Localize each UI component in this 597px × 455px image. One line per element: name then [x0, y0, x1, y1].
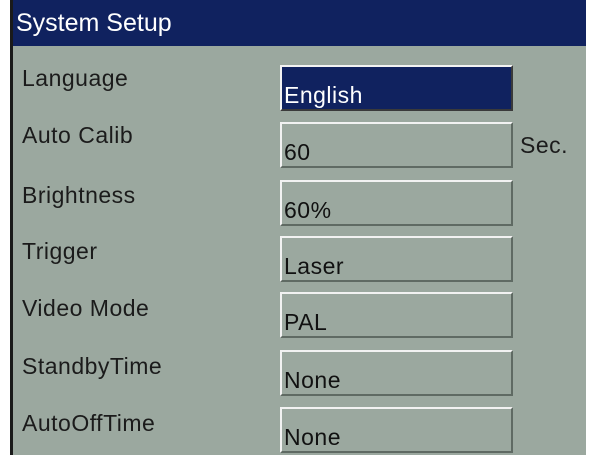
setup-screen: System Setup Language English Auto Calib… [0, 0, 597, 455]
trigger-label: Trigger [22, 238, 98, 264]
auto-calib-label: Auto Calib [22, 122, 134, 148]
standby-time-field[interactable]: None [280, 350, 513, 396]
brightness-label: Brightness [22, 182, 136, 208]
video-mode-field[interactable]: PAL [280, 292, 513, 338]
video-mode-label: Video Mode [22, 295, 150, 321]
auto-off-time-label: AutoOffTime [22, 410, 156, 436]
brightness-field[interactable]: 60% [280, 180, 513, 226]
standby-time-label: StandbyTime [22, 353, 163, 379]
language-label: Language [22, 65, 129, 91]
auto-calib-unit: Sec. [520, 132, 569, 158]
panel-title: System Setup [13, 0, 586, 46]
trigger-field[interactable]: Laser [280, 236, 513, 282]
auto-off-time-field[interactable]: None [280, 407, 513, 453]
language-field[interactable]: English [280, 65, 513, 111]
auto-calib-field[interactable]: 60 [280, 122, 513, 168]
system-setup-panel: System Setup Language English Auto Calib… [13, 0, 586, 455]
